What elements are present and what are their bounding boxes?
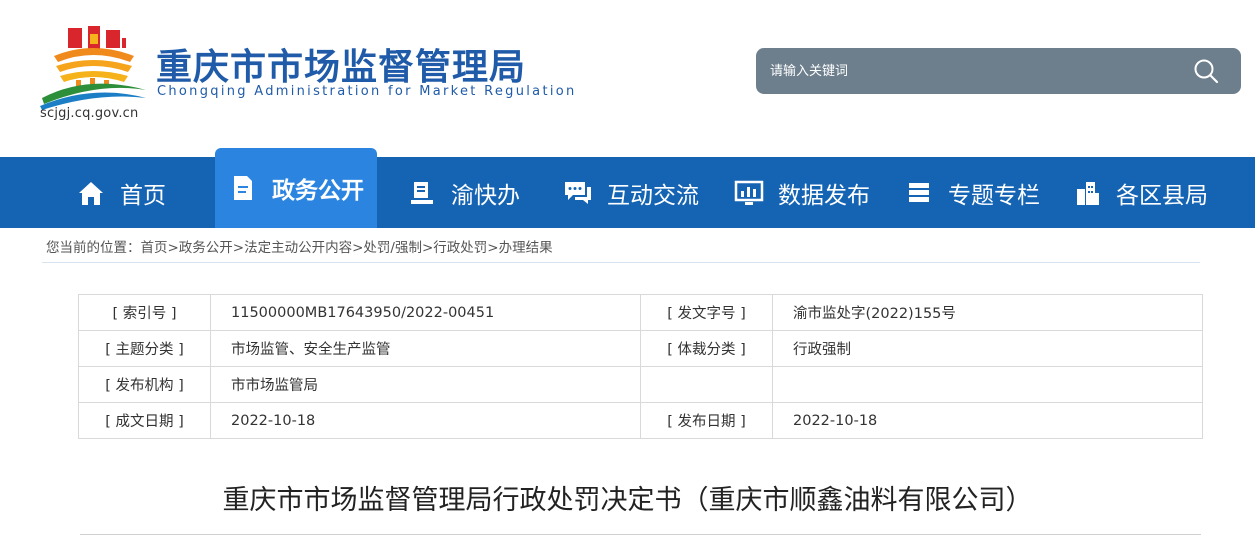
site-header: scjgj.cq.gov.cn 重庆市市场监督管理局 Chongqing Adm… xyxy=(0,0,1255,157)
site-logo[interactable] xyxy=(38,26,148,110)
monitor-chart-icon xyxy=(734,178,764,208)
document-title: 重庆市市场监督管理局行政处罚决定书（重庆市顺鑫油料有限公司） xyxy=(222,485,1033,516)
table-row: [ 成文日期 ] 2022-10-18 [ 发布日期 ] 2022-10-18 xyxy=(78,402,1203,439)
document-icon xyxy=(228,173,258,203)
nav-label: 首页 xyxy=(120,182,166,209)
divider xyxy=(80,534,1201,535)
written-date-label: [ 成文日期 ] xyxy=(78,402,211,439)
nav-label: 各区县局 xyxy=(1116,182,1208,209)
nav-label: 渝快办 xyxy=(451,182,520,209)
publish-date-label: [ 发布日期 ] xyxy=(640,402,773,439)
nav-item-yukuaiban[interactable]: 渝快办 xyxy=(407,157,520,228)
doc-number-value: 渝市监处字(2022)155号 xyxy=(772,294,1203,331)
search-bar xyxy=(756,48,1241,94)
document-info-table: [ 索引号 ] 11500000MB17643950/2022-00451 [ … xyxy=(78,294,1203,439)
index-number-label: [ 索引号 ] xyxy=(78,294,211,331)
nav-label: 专题专栏 xyxy=(948,182,1040,209)
publisher-value: 市市场监管局 xyxy=(210,366,641,403)
site-url: scjgj.cq.gov.cn xyxy=(40,106,139,121)
nav-item-district-bureaus[interactable]: 各区县局 xyxy=(1072,157,1208,228)
buildings-icon xyxy=(1072,178,1102,208)
table-row: [ 索引号 ] 11500000MB17643950/2022-00451 [ … xyxy=(78,294,1203,331)
topic-label: [ 主题分类 ] xyxy=(78,330,211,367)
nav-label: 互动交流 xyxy=(607,182,699,209)
home-icon xyxy=(76,178,106,208)
table-row: [ 发布机构 ] 市市场监管局 xyxy=(78,366,1203,403)
doc-number-label: [ 发文字号 ] xyxy=(640,294,773,331)
table-row: [ 主题分类 ] 市场监管、安全生产监管 [ 体裁分类 ] 行政强制 xyxy=(78,330,1203,367)
topic-value: 市场监管、安全生产监管 xyxy=(210,330,641,367)
search-input[interactable] xyxy=(770,60,1170,82)
nav-label: 数据发布 xyxy=(778,182,870,209)
genre-label: [ 体裁分类 ] xyxy=(640,330,773,367)
breadcrumb[interactable]: 您当前的位置：首页>政务公开>法定主动公开内容>处罚/强制>行政处罚>办理结果 xyxy=(46,236,553,256)
nav-item-data-release[interactable]: 数据发布 xyxy=(734,157,870,228)
nav-item-gov-affairs[interactable]: 政务公开 xyxy=(215,148,377,228)
publish-date-value: 2022-10-18 xyxy=(772,402,1203,439)
site-title: 重庆市市场监督管理局 xyxy=(156,47,527,88)
server-icon xyxy=(904,178,934,208)
nav-item-interaction[interactable]: 互动交流 xyxy=(563,157,699,228)
search-icon[interactable] xyxy=(1193,58,1219,84)
chat-icon xyxy=(563,178,593,208)
stack-icon xyxy=(407,178,437,208)
empty-cell xyxy=(640,366,773,403)
nav-item-special-topics[interactable]: 专题专栏 xyxy=(904,157,1040,228)
publisher-label: [ 发布机构 ] xyxy=(78,366,211,403)
nav-item-home[interactable]: 首页 xyxy=(76,157,166,228)
index-number-value: 11500000MB17643950/2022-00451 xyxy=(210,294,641,331)
divider xyxy=(42,262,1200,263)
site-subtitle: Chongqing Administration for Market Regu… xyxy=(157,84,577,99)
empty-cell xyxy=(772,366,1203,403)
genre-value: 行政强制 xyxy=(772,330,1203,367)
main-nav: 首页 政务公开 渝快办 互动交流 数据发布 专题专栏 各区县局 xyxy=(0,148,1255,228)
written-date-value: 2022-10-18 xyxy=(210,402,641,439)
nav-label: 政务公开 xyxy=(272,178,364,204)
